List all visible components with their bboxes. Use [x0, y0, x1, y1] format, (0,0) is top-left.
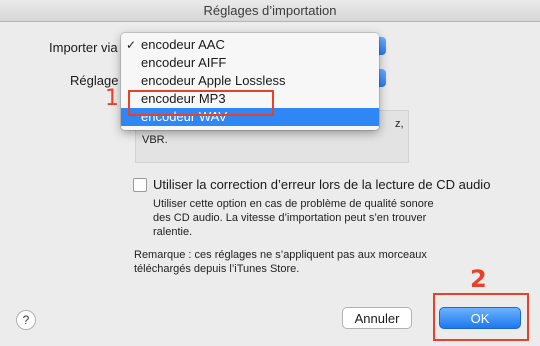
menu-item-label: encodeur Apple Lossless: [141, 73, 286, 88]
help-line: Utiliser cette option en cas de problème…: [153, 198, 434, 210]
import-via-label: Importer via: [49, 40, 118, 55]
annotation-highlight-ok: [433, 293, 529, 341]
error-correction-checkbox[interactable]: [133, 178, 147, 192]
menu-item-aac[interactable]: ✓ encodeur AAC: [121, 36, 379, 54]
menu-item-label: encodeur AIFF: [141, 55, 227, 70]
error-correction-help: Utiliser cette option en cas de problème…: [153, 197, 434, 239]
title-bar: Réglages d’importation: [0, 0, 540, 22]
menu-item-apple-lossless[interactable]: encodeur Apple Lossless: [121, 72, 379, 90]
annotation-highlight-mp3: [128, 90, 274, 116]
description-fragment: z,: [395, 118, 404, 130]
menu-item-aiff[interactable]: encodeur AIFF: [121, 54, 379, 72]
description-text: VBR.: [142, 134, 168, 146]
annotation-step-2: 2: [470, 265, 487, 293]
checkmark-icon: ✓: [126, 38, 137, 52]
note-line: Remarque : ces réglages ne s’appliquent …: [134, 249, 427, 261]
note-line: téléchargés depuis l’iTunes Store.: [134, 263, 300, 275]
window-title: Réglages d’importation: [203, 3, 337, 18]
cancel-button[interactable]: Annuler: [342, 307, 412, 329]
help-button[interactable]: ?: [16, 310, 36, 330]
annotation-step-1: 1: [105, 86, 119, 111]
help-line: des CD audio. La vitesse d’importation p…: [153, 212, 427, 224]
error-correction-label: Utiliser la correction d’erreur lors de …: [153, 177, 491, 192]
menu-item-label: encodeur AAC: [141, 37, 225, 52]
help-line: ralentie.: [153, 226, 193, 238]
itunes-store-note: Remarque : ces réglages ne s’appliquent …: [134, 248, 427, 276]
